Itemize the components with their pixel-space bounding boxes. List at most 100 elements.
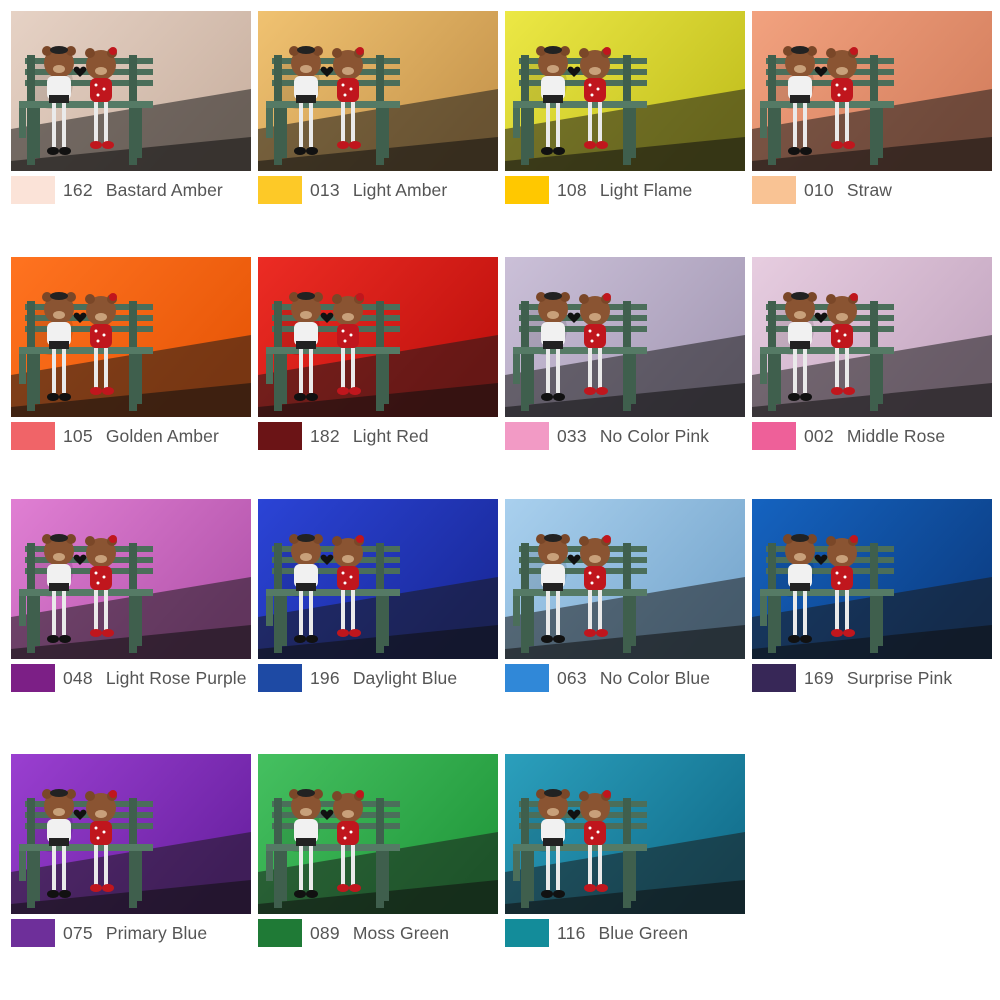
filter-card: 063 No Color Blue [505,499,745,692]
filter-name: Surprise Pink [846,667,953,688]
filter-caption: 010 Straw [752,173,1000,207]
filter-code: 048 [63,667,93,688]
bear-couple-on-bench-image [752,499,992,659]
filter-color-swatch [752,664,796,692]
filter-name: Bastard Amber [105,179,223,200]
filter-sample-photo [11,11,251,171]
filter-sample-photo [11,257,251,417]
filter-caption: 162 Bastard Amber [11,173,261,207]
filter-caption: 002 Middle Rose [752,419,1000,453]
filter-code: 182 [310,425,340,446]
filter-color-swatch [505,664,549,692]
filter-color-swatch [258,664,302,692]
filter-code: 033 [557,425,587,446]
filter-card: 089 Moss Green [258,754,498,947]
bear-couple-on-bench-image [752,11,992,171]
filter-code: 010 [804,179,834,200]
filter-card: 182 Light Red [258,257,498,450]
filter-sample-photo [505,499,745,659]
bear-couple-on-bench-image [11,754,251,914]
filter-card: 108 Light Flame [505,11,745,204]
filter-name: Light Red [352,425,429,446]
filter-code: 162 [63,179,93,200]
filter-name: Straw [846,179,893,200]
filter-caption: 013 Light Amber [258,173,508,207]
filter-code: 013 [310,179,340,200]
filter-name: Light Flame [599,179,693,200]
filter-sample-photo [258,499,498,659]
filter-color-swatch [258,919,302,947]
bear-couple-on-bench-image [11,499,251,659]
filter-name: Light Amber [352,179,448,200]
filter-color-swatch [752,176,796,204]
filter-color-swatch [505,422,549,450]
filter-card: 116 Blue Green [505,754,745,947]
filter-name: No Color Blue [599,667,711,688]
filter-card: 048 Light Rose Purple [11,499,251,692]
filter-color-swatch [11,422,55,450]
filter-sample-photo [11,499,251,659]
filter-color-swatch [258,176,302,204]
bear-couple-on-bench-image [505,11,745,171]
filter-name: No Color Pink [599,425,710,446]
filter-card: 013 Light Amber [258,11,498,204]
filter-name: Middle Rose [846,425,946,446]
filter-color-swatch [11,664,55,692]
filter-card: 002 Middle Rose [752,257,992,450]
bear-couple-on-bench-image [258,257,498,417]
filter-sample-photo [258,11,498,171]
filter-code: 063 [557,667,587,688]
filter-card: 196 Daylight Blue [258,499,498,692]
bear-couple-on-bench-image [258,499,498,659]
bear-couple-on-bench-image [258,11,498,171]
filter-card: 169 Surprise Pink [752,499,992,692]
filter-caption: 063 No Color Blue [505,661,755,695]
filter-code: 196 [310,667,340,688]
filter-code: 075 [63,922,93,943]
filter-sample-photo [258,754,498,914]
bear-couple-on-bench-image [505,754,745,914]
filter-caption: 196 Daylight Blue [258,661,508,695]
filter-caption: 105 Golden Amber [11,419,261,453]
filter-color-swatch [11,919,55,947]
filter-sample-photo [505,11,745,171]
filter-code: 116 [557,922,586,943]
filter-card: 010 Straw [752,11,992,204]
filter-code: 169 [804,667,834,688]
filter-sample-photo [505,754,745,914]
filter-name: Light Rose Purple [105,667,247,688]
filter-color-swatch [505,176,549,204]
filter-caption: 182 Light Red [258,419,508,453]
filter-name: Golden Amber [105,425,219,446]
filter-swatch-grid: 162 Bastard Amber 013 Light Amber 108 Li… [0,0,1000,1000]
filter-code: 108 [557,179,587,200]
filter-caption: 075 Primary Blue [11,916,261,950]
filter-sample-photo [752,257,992,417]
filter-caption: 048 Light Rose Purple [11,661,261,695]
filter-name: Moss Green [352,922,450,943]
filter-caption: 169 Surprise Pink [752,661,1000,695]
filter-caption: 108 Light Flame [505,173,755,207]
filter-name: Primary Blue [105,922,208,943]
filter-caption: 116 Blue Green [505,916,755,950]
filter-code: 105 [63,425,93,446]
filter-card: 033 No Color Pink [505,257,745,450]
filter-sample-photo [505,257,745,417]
bear-couple-on-bench-image [11,11,251,171]
bear-couple-on-bench-image [505,257,745,417]
filter-sample-photo [258,257,498,417]
filter-color-swatch [752,422,796,450]
filter-code: 089 [310,922,340,943]
filter-sample-photo [11,754,251,914]
filter-caption: 033 No Color Pink [505,419,755,453]
filter-code: 002 [804,425,834,446]
filter-sample-photo [752,11,992,171]
bear-couple-on-bench-image [11,257,251,417]
filter-color-swatch [505,919,549,947]
bear-couple-on-bench-image [258,754,498,914]
filter-sample-photo [752,499,992,659]
filter-card: 075 Primary Blue [11,754,251,947]
filter-name: Blue Green [598,922,689,943]
filter-card: 105 Golden Amber [11,257,251,450]
filter-caption: 089 Moss Green [258,916,508,950]
